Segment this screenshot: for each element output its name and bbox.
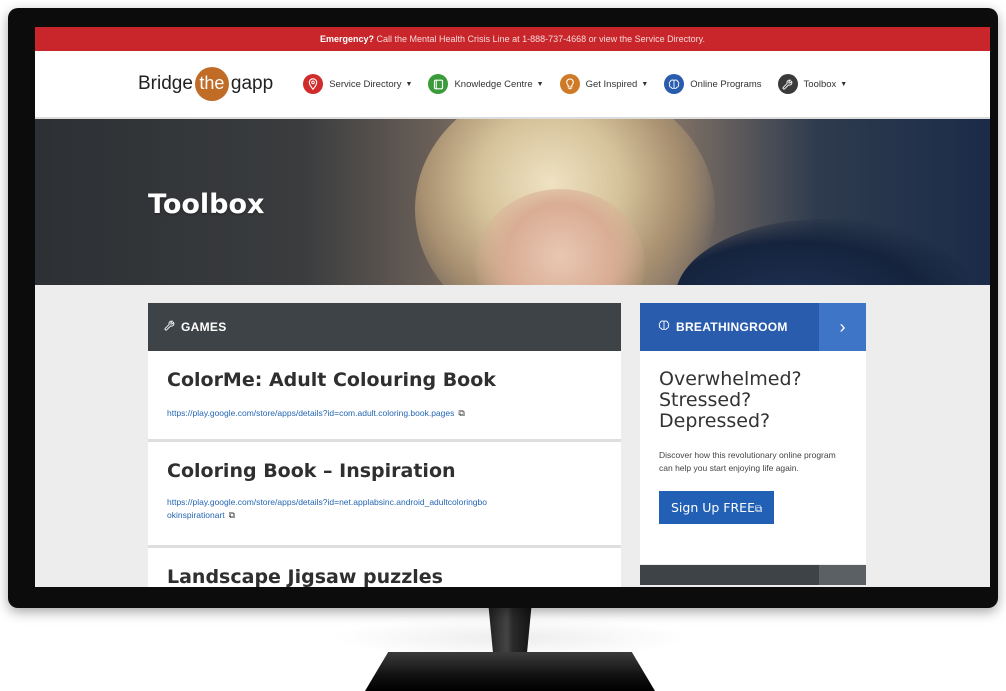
game-link-text: https://play.google.com/store/apps/detai… [167, 497, 487, 520]
external-link-icon: ⧉ [458, 408, 465, 418]
game-link-text: https://play.google.com/store/apps/detai… [167, 408, 455, 418]
next-card-arrow [819, 565, 866, 585]
games-card: GAMES ColorMe: Adult Colouring Book http… [148, 303, 621, 587]
nav-service-directory[interactable]: Service Directory ▼ [303, 74, 412, 94]
hero-banner: Toolbox [35, 119, 990, 285]
website-screen: Emergency? Call the Mental Health Crisis… [35, 27, 990, 587]
list-item: Coloring Book – Inspiration https://play… [148, 442, 621, 548]
nav-label: Knowledge Centre [454, 78, 533, 90]
main-content: GAMES ColorMe: Adult Colouring Book http… [35, 285, 990, 587]
games-header-label: GAMES [181, 320, 227, 334]
sign-up-label: Sign Up FREE [671, 500, 755, 515]
breathingroom-card: BREATHINGROOM › Overwhelmed? Stressed? D… [640, 303, 866, 564]
wrench-icon [777, 74, 798, 94]
game-link[interactable]: https://play.google.com/store/apps/detai… [167, 496, 487, 522]
breathingroom-label: BREATHINGROOM [676, 320, 788, 334]
list-item: ColorMe: Adult Colouring Book https://pl… [148, 351, 621, 442]
external-link-icon: ⧉ [754, 504, 763, 515]
nav-get-inspired[interactable]: Get Inspired ▼ [559, 74, 649, 94]
sign-up-button[interactable]: Sign Up FREE⧉ [659, 491, 775, 524]
chevron-down-icon: ▼ [840, 80, 848, 88]
breathingroom-body: Overwhelmed? Stressed? Depressed? Discov… [640, 351, 866, 564]
game-title: Landscape Jigsaw puzzles [167, 566, 443, 587]
logo-word-bridge: Bridge [138, 73, 193, 94]
chevron-right-icon[interactable]: › [819, 303, 866, 351]
logo-word-the: the [194, 67, 229, 101]
map-pin-icon [303, 74, 324, 94]
nav-label: Get Inspired [585, 78, 638, 90]
nav-label: Online Programs [690, 78, 762, 90]
breathingroom-description: Discover how this revolutionary online p… [659, 450, 836, 473]
hero-photo-shoulder [675, 219, 975, 285]
nav-label: Service Directory [329, 78, 402, 90]
chevron-down-icon: ▼ [641, 80, 649, 88]
wrench-icon [164, 320, 175, 334]
page-title: Toolbox [148, 189, 265, 220]
nav-online-programs[interactable]: Online Programs [664, 74, 762, 94]
next-sidebar-card [640, 565, 866, 585]
games-header: GAMES [148, 303, 621, 351]
list-item: Landscape Jigsaw puzzles [148, 548, 621, 587]
chevron-down-icon: ▼ [405, 80, 413, 88]
nav-knowledge-centre[interactable]: Knowledge Centre ▼ [428, 74, 544, 94]
emergency-text[interactable]: Call the Mental Health Crisis Line at 1-… [374, 34, 705, 44]
main-navbar: Bridge the gapp Service Directory ▼ Know… [35, 51, 990, 119]
lightbulb-icon [559, 74, 580, 94]
game-title: Coloring Book – Inspiration [167, 460, 456, 482]
brain-icon [664, 74, 685, 94]
nav-label: Toolbox [803, 78, 837, 90]
emergency-strong: Emergency? [319, 34, 375, 44]
game-title: ColorMe: Adult Colouring Book [167, 369, 496, 391]
breathingroom-header[interactable]: BREATHINGROOM › [640, 303, 866, 351]
external-link-icon: ⧉ [228, 510, 236, 520]
chevron-down-icon: ▼ [536, 80, 544, 88]
book-icon [428, 74, 449, 94]
site-logo[interactable]: Bridge the gapp [138, 67, 273, 101]
breathingroom-headline: Overwhelmed? Stressed? Depressed? [659, 368, 802, 432]
next-card-header [640, 565, 819, 585]
brain-icon [658, 320, 670, 334]
game-link[interactable]: https://play.google.com/store/apps/detai… [167, 407, 603, 420]
breathingroom-title: BREATHINGROOM [640, 303, 819, 351]
monitor-stand-base [365, 652, 655, 691]
logo-word-gapp: gapp [230, 73, 274, 94]
nav-toolbox[interactable]: Toolbox ▼ [777, 74, 848, 94]
emergency-bar[interactable]: Emergency? Call the Mental Health Crisis… [35, 27, 990, 51]
